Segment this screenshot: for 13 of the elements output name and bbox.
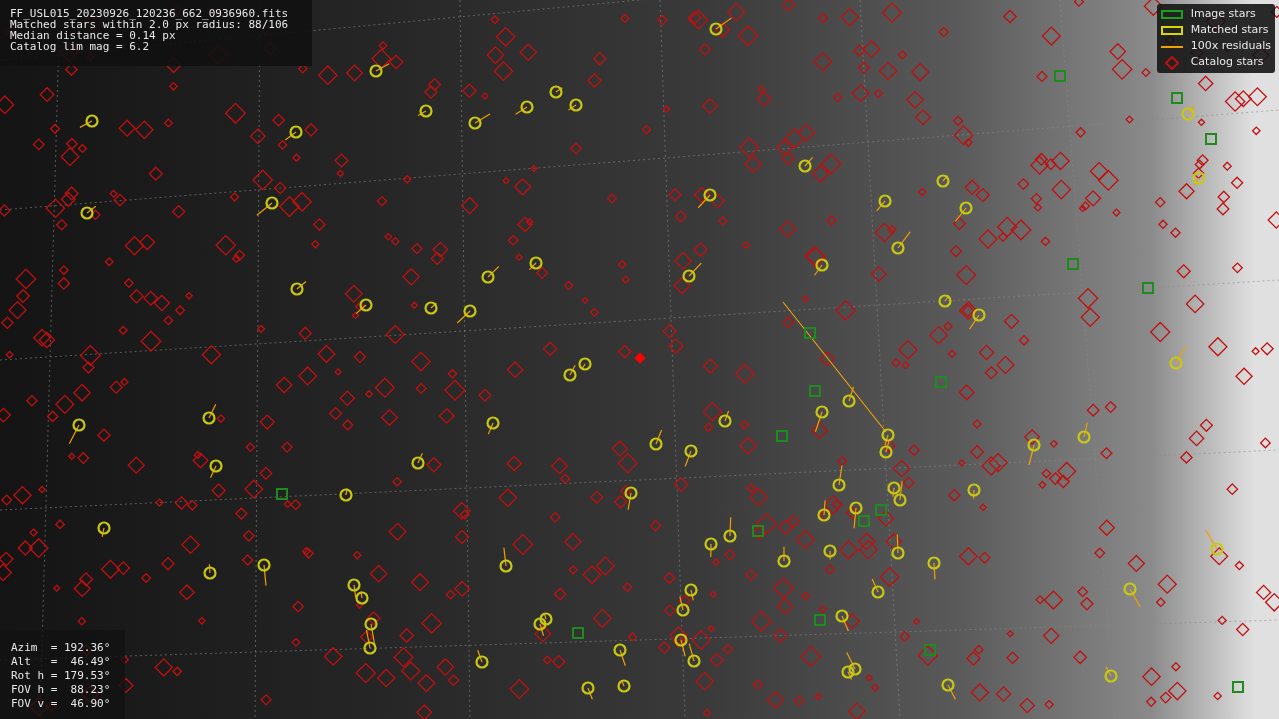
pointing-text: Rot h = 179.53° [11,669,112,683]
pointing-text: Azim = 192.36° [11,641,112,655]
info-text: FF_USL015_20230926_120236_662_0936960.fits [10,8,290,19]
info-text: Matched stars within 2.0 px radius: 88/106 [10,19,290,30]
info-text: Median distance = 0.14 px [10,30,176,41]
legend-label: Matched stars [1190,22,1269,39]
info-text: Catalog lim mag = 6.2 [10,41,151,52]
legend-label: Image stars [1190,6,1256,23]
legend-label: 100x residuals [1190,38,1271,55]
pointing-text: FOV v = 46.90° [11,697,112,711]
pointing-text: FOV h = 88.23° [11,683,112,697]
legend-label: Catalog stars [1190,54,1264,71]
pointing-text: Alt = 46.49° [11,655,112,669]
